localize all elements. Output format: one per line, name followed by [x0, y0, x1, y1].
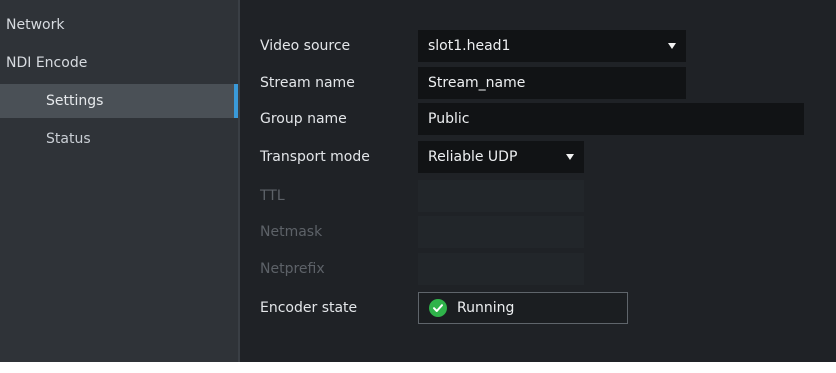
netmask-input: [418, 216, 584, 248]
transport-mode-row: Transport mode Reliable UDP: [260, 141, 584, 173]
video-source-row: Video source slot1.head1: [260, 30, 686, 62]
group-name-row: Group name Public: [260, 103, 804, 135]
sidebar: Network NDI Encode Settings Status: [0, 0, 240, 362]
netprefix-label: Netprefix: [260, 261, 325, 277]
sidebar-item-label: Network: [6, 17, 65, 33]
stream-name-value: Stream_name: [428, 75, 526, 91]
sidebar-item-status[interactable]: Status: [0, 122, 238, 156]
stream-name-row: Stream name Stream_name: [260, 67, 686, 99]
sidebar-item-label: NDI Encode: [6, 55, 88, 71]
stream-name-label: Stream name: [260, 75, 355, 91]
check-circle-icon: [429, 299, 447, 317]
sidebar-item-network[interactable]: Network: [0, 8, 238, 42]
ttl-row: TTL: [260, 180, 584, 212]
encoder-state-value: Running: [457, 300, 515, 316]
app-window: Network NDI Encode Settings Status Video…: [0, 0, 836, 362]
transport-mode-value: Reliable UDP: [428, 149, 518, 165]
video-source-label: Video source: [260, 38, 351, 54]
sidebar-item-label: Status: [46, 131, 91, 147]
settings-panel: Video source slot1.head1 Stream name Str…: [240, 0, 836, 362]
group-name-input[interactable]: Public: [418, 103, 804, 135]
encoder-state-label: Encoder state: [260, 300, 358, 316]
sidebar-item-settings[interactable]: Settings: [0, 84, 238, 118]
encoder-state-row: Encoder state Running: [260, 292, 628, 324]
stream-name-input[interactable]: Stream_name: [418, 67, 686, 99]
transport-mode-label: Transport mode: [260, 149, 370, 165]
sidebar-item-label: Settings: [46, 93, 104, 109]
sidebar-item-ndi-encode[interactable]: NDI Encode: [0, 46, 238, 80]
encoder-state-indicator: Running: [418, 292, 628, 324]
group-name-label: Group name: [260, 111, 347, 127]
video-source-select[interactable]: slot1.head1: [418, 30, 686, 62]
transport-mode-select[interactable]: Reliable UDP: [418, 141, 584, 173]
netmask-row: Netmask: [260, 216, 584, 248]
netmask-label: Netmask: [260, 224, 323, 240]
group-name-value: Public: [428, 111, 470, 127]
ttl-input: [418, 180, 584, 212]
chevron-down-icon: [668, 43, 676, 49]
ttl-label: TTL: [260, 188, 285, 204]
video-source-value: slot1.head1: [428, 38, 511, 54]
netprefix-row: Netprefix: [260, 253, 584, 285]
chevron-down-icon: [566, 154, 574, 160]
netprefix-input: [418, 253, 584, 285]
